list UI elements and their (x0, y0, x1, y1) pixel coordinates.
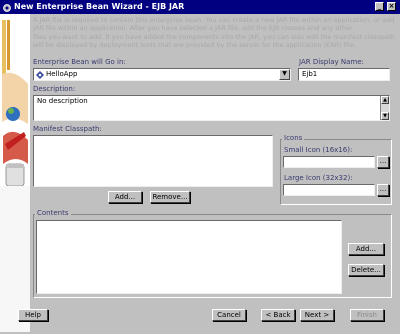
intro-line: JAR file within an application. After yo… (33, 24, 353, 33)
jar-display-name-value: Ejb1 (302, 70, 318, 78)
small-icon-browse-button[interactable]: ... (377, 156, 389, 168)
close-icon[interactable]: × (387, 2, 396, 11)
wizard-illustration (0, 14, 30, 332)
intro-text: A JAR file is required to contain this e… (33, 16, 395, 50)
description-textarea[interactable]: No description ▲ ▼ (33, 95, 390, 121)
contents-group-label: Contents (35, 209, 71, 217)
contents-add-button[interactable]: Add... (348, 243, 384, 255)
small-icon-label: Small Icon (16x16): (284, 146, 353, 154)
title-bar: New Enterprise Bean Wizard - EJB JAR _ × (0, 0, 400, 14)
enterprise-bean-value: HelloApp (46, 70, 78, 78)
wizard-side-graphic (0, 14, 30, 332)
intro-line: files you want to add. If you have added… (33, 32, 395, 41)
large-icon-label: Large Icon (32x32): (284, 174, 353, 182)
contents-list[interactable] (36, 220, 342, 294)
help-button[interactable]: Help (18, 309, 48, 321)
minimize-icon[interactable]: _ (375, 2, 384, 11)
description-value: No description (37, 97, 88, 105)
manifest-classpath-label: Manifest Classpath: (33, 125, 102, 133)
description-scrollbar[interactable]: ▲ ▼ (380, 96, 389, 120)
manifest-classpath-list[interactable] (33, 135, 273, 187)
cancel-button[interactable]: Cancel (212, 309, 246, 321)
finish-button: Finish (350, 309, 384, 321)
intro-line: A JAR file is required to contain this e… (33, 16, 395, 24)
next-button[interactable]: Next > (300, 309, 334, 321)
large-icon-input[interactable] (283, 184, 375, 196)
application-icon (36, 71, 44, 79)
icons-group-label: Icons (282, 134, 305, 142)
window-title: New Enterprise Bean Wizard - EJB JAR (14, 2, 185, 11)
enterprise-bean-label: Enterprise Bean will Go in: (33, 58, 126, 66)
back-button[interactable]: < Back (261, 309, 295, 321)
scroll-down-icon[interactable]: ▼ (381, 112, 389, 120)
chevron-down-icon[interactable]: ▼ (279, 69, 290, 80)
intro-line: will be displayed by deployment tools th… (33, 41, 356, 50)
jar-display-name-input[interactable]: Ejb1 (298, 68, 390, 81)
description-label: Description: (33, 85, 76, 93)
manifest-remove-button[interactable]: Remove... (150, 191, 190, 203)
manifest-add-button[interactable]: Add... (108, 191, 142, 203)
small-icon-input[interactable] (283, 156, 375, 168)
window-icon (3, 3, 11, 12)
contents-delete-button[interactable]: Delete... (348, 264, 384, 276)
large-icon-browse-button[interactable]: ... (377, 184, 389, 196)
jar-display-name-label: JAR Display Name: (299, 58, 364, 66)
enterprise-bean-select[interactable]: HelloApp ▼ (33, 68, 291, 81)
scroll-up-icon[interactable]: ▲ (381, 96, 389, 104)
